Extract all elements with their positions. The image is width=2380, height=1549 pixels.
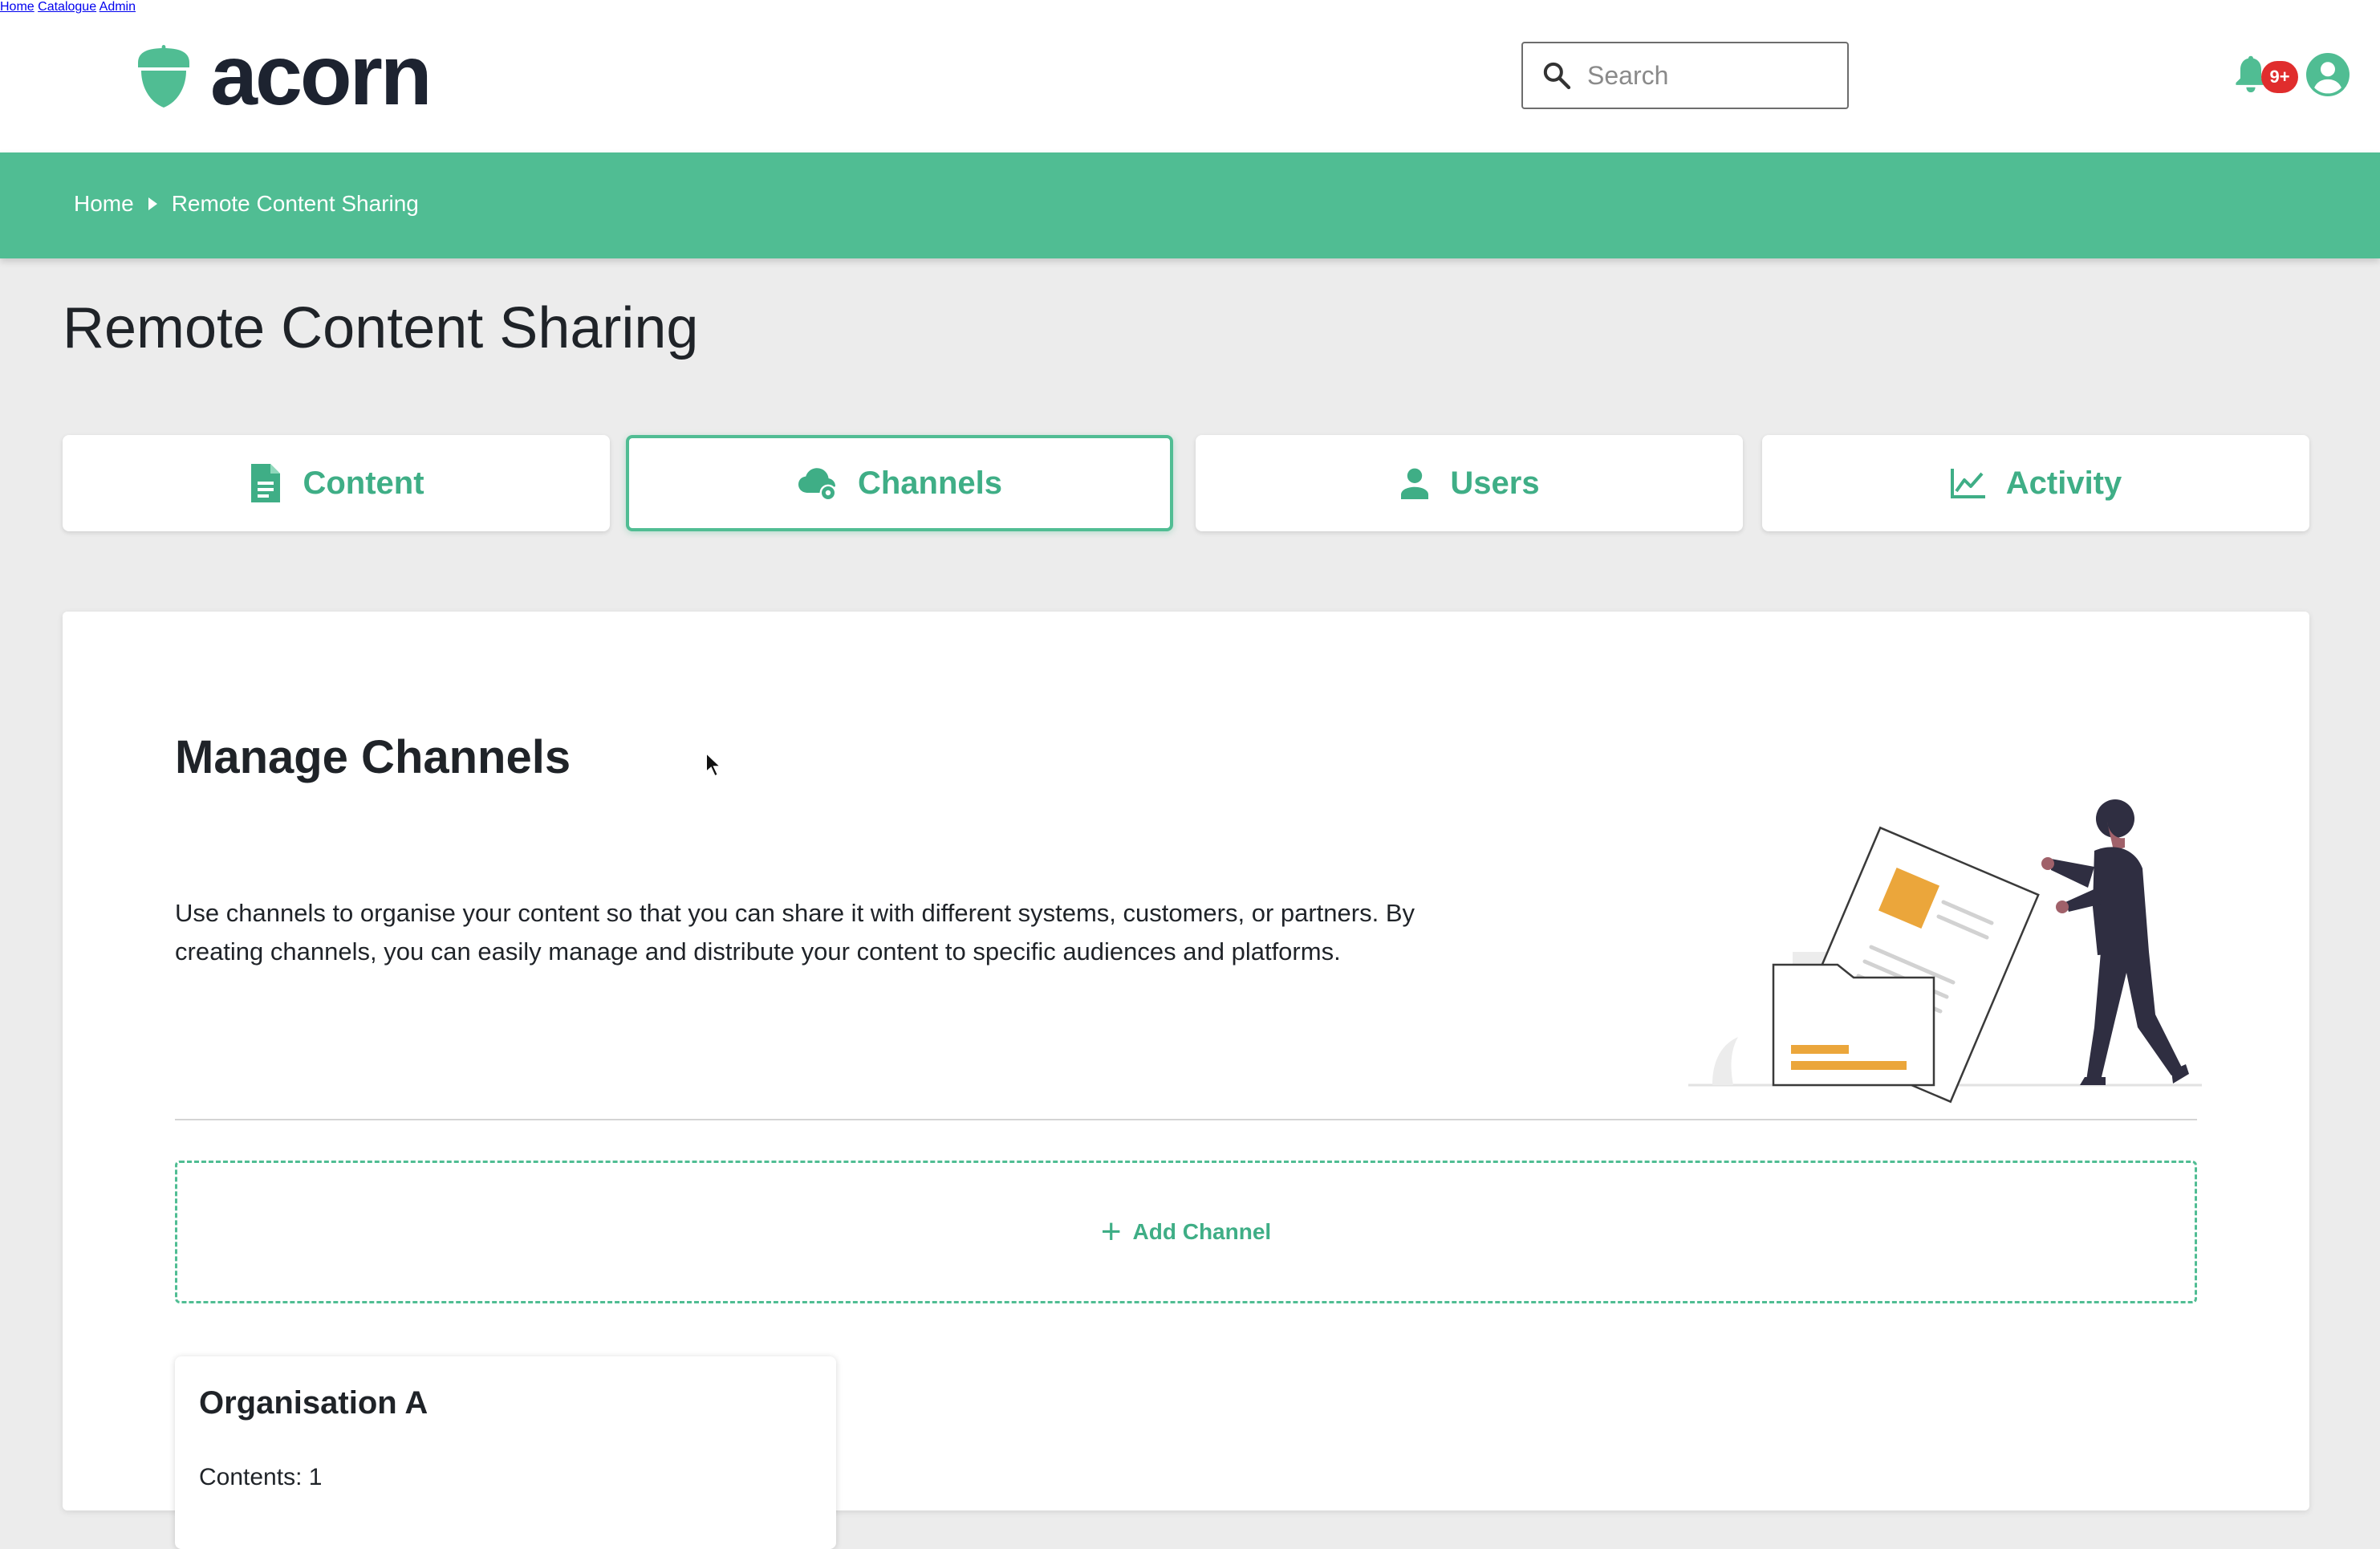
plus-icon: + xyxy=(1100,1212,1122,1251)
manage-channels-panel: Manage Channels Use channels to organise… xyxy=(63,612,2309,1549)
nav-admin[interactable]: Admin xyxy=(100,0,136,14)
search-box[interactable] xyxy=(1521,42,1849,109)
document-icon xyxy=(251,464,281,502)
search-input[interactable] xyxy=(1587,60,1828,91)
logo-text: acorn xyxy=(210,28,433,123)
nav-home[interactable]: Home xyxy=(0,0,35,14)
breadcrumb-bar: Home Remote Content Sharing xyxy=(0,152,2380,258)
filing-illustration xyxy=(1688,799,2202,1104)
user-icon xyxy=(1401,468,1429,499)
breadcrumb-current: Remote Content Sharing xyxy=(171,191,419,216)
tab-channels-label: Channels xyxy=(857,465,1003,501)
breadcrumb: Home Remote Content Sharing xyxy=(74,191,419,217)
user-avatar-icon[interactable] xyxy=(2306,53,2350,96)
acorn-logo[interactable]: acorn xyxy=(133,28,433,123)
mouse-cursor-icon xyxy=(705,751,723,778)
tab-channels[interactable]: Channels xyxy=(626,435,1173,531)
section-title: Manage Channels xyxy=(175,731,571,783)
cloud-settings-icon xyxy=(798,468,837,501)
search-icon xyxy=(1543,62,1571,90)
notification-badge: 9+ xyxy=(2261,61,2298,93)
tab-users-label: Users xyxy=(1450,465,1540,501)
acorn-icon xyxy=(138,45,189,108)
channels-description: Use channels to organise your content so… xyxy=(175,899,1415,966)
channel-contents-count: Contents: 1 xyxy=(199,1464,323,1490)
top-header: acorn Home Catalogue Admin 9+ xyxy=(0,0,2380,152)
tab-activity-label: Activity xyxy=(2005,465,2122,501)
section-divider xyxy=(175,1119,2197,1120)
tab-users[interactable]: Users xyxy=(1196,435,1743,531)
breadcrumb-arrow-icon xyxy=(148,197,157,210)
nav-catalogue[interactable]: Catalogue xyxy=(38,0,96,14)
channel-name: Organisation A xyxy=(199,1385,428,1421)
channel-card[interactable]: Organisation A Contents: 1 xyxy=(175,1356,836,1549)
tab-content[interactable]: Content xyxy=(63,435,610,531)
page-title: Remote Content Sharing xyxy=(63,296,699,360)
add-channel-label: Add Channel xyxy=(1132,1219,1272,1244)
tab-activity[interactable]: Activity xyxy=(1762,435,2309,531)
breadcrumb-home[interactable]: Home xyxy=(74,191,134,217)
tab-content-label: Content xyxy=(303,465,424,501)
add-channel-button[interactable]: + Add Channel xyxy=(175,1161,2197,1303)
line-chart-icon xyxy=(1950,469,1985,498)
